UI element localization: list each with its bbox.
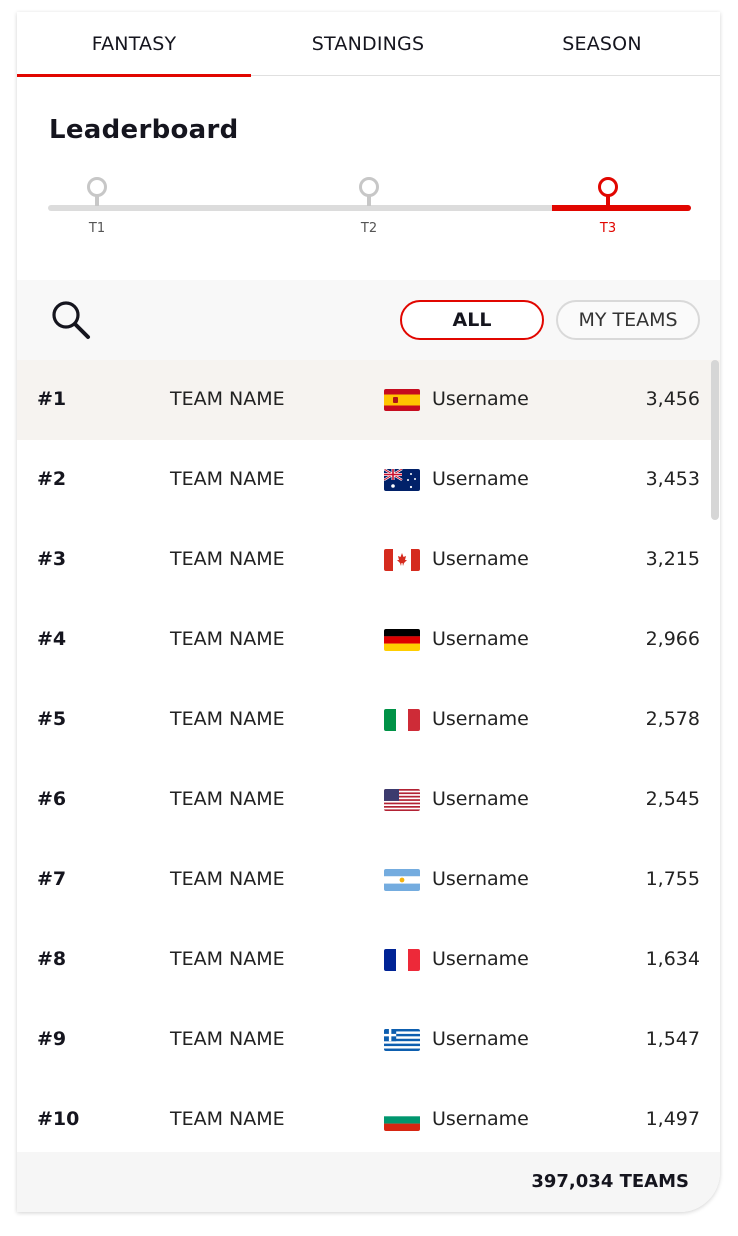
page-title: Leaderboard <box>49 115 239 145</box>
leaderboard-card: FANTASY STANDINGS SEASON Leaderboard T1 … <box>17 12 720 1212</box>
points: 2,966 <box>645 628 700 650</box>
table-row[interactable]: #9 TEAM NAME Username 1,547 <box>17 1000 720 1080</box>
points: 3,215 <box>645 548 700 570</box>
points: 3,456 <box>645 388 700 410</box>
filter-bar: ALL MY TEAMS <box>17 280 720 360</box>
rank: #3 <box>37 548 67 570</box>
team-name: TEAM NAME <box>170 548 285 570</box>
rank: #9 <box>37 1028 67 1050</box>
list-scrollbar[interactable] <box>711 360 719 520</box>
bulgaria-flag-icon <box>384 1109 420 1131</box>
australia-flag-icon <box>384 469 420 491</box>
team-name: TEAM NAME <box>170 388 285 410</box>
username[interactable]: Username <box>432 948 529 970</box>
list-footer: 397,034 TEAMS <box>17 1152 720 1212</box>
rank: #6 <box>37 788 67 810</box>
tab-bar: FANTASY STANDINGS SEASON <box>17 12 720 77</box>
search-icon[interactable] <box>49 298 93 342</box>
username[interactable]: Username <box>432 868 529 890</box>
argentina-flag-icon <box>384 869 420 891</box>
table-row[interactable]: #4 TEAM NAME Username 2,966 <box>17 600 720 680</box>
filter-my-teams-button[interactable]: MY TEAMS <box>556 300 700 340</box>
rank: #2 <box>37 468 67 490</box>
username[interactable]: Username <box>432 1108 529 1130</box>
france-flag-icon <box>384 949 420 971</box>
table-row[interactable]: #2 TEAM NAME Username 3,453 <box>17 440 720 520</box>
table-row[interactable]: #8 TEAM NAME Username 1,634 <box>17 920 720 1000</box>
pin-stem <box>95 195 99 206</box>
username[interactable]: Username <box>432 468 529 490</box>
pin-ring <box>598 177 618 197</box>
points: 1,634 <box>645 948 700 970</box>
stage-label-t1: T1 <box>88 221 106 236</box>
stage-pin-t2[interactable] <box>359 177 379 207</box>
pin-ring <box>359 177 379 197</box>
rank: #4 <box>37 628 67 650</box>
usa-flag-icon <box>384 789 420 811</box>
rank: #7 <box>37 868 67 890</box>
username[interactable]: Username <box>432 548 529 570</box>
stage-pin-t3[interactable] <box>598 177 618 207</box>
team-name: TEAM NAME <box>170 708 285 730</box>
table-row[interactable]: #5 TEAM NAME Username 2,578 <box>17 680 720 760</box>
rank: #8 <box>37 948 67 970</box>
tab-standings[interactable]: STANDINGS <box>251 12 485 76</box>
username[interactable]: Username <box>432 388 529 410</box>
spain-flag-icon <box>384 389 420 411</box>
points: 1,497 <box>645 1108 700 1130</box>
username[interactable]: Username <box>432 708 529 730</box>
points: 2,578 <box>645 708 700 730</box>
stage-pin-t1[interactable] <box>87 177 107 207</box>
team-name: TEAM NAME <box>170 468 285 490</box>
points: 1,755 <box>645 868 700 890</box>
germany-flag-icon <box>384 629 420 651</box>
stage-label-t3: T3 <box>599 221 617 236</box>
table-row[interactable]: #10 TEAM NAME Username 1,497 <box>17 1080 720 1152</box>
team-name: TEAM NAME <box>170 788 285 810</box>
stage-track-active <box>552 205 691 211</box>
team-name: TEAM NAME <box>170 868 285 890</box>
canada-flag-icon <box>384 549 420 571</box>
points: 1,547 <box>645 1028 700 1050</box>
rank: #5 <box>37 708 67 730</box>
rank: #1 <box>37 388 67 410</box>
points: 2,545 <box>645 788 700 810</box>
greece-flag-icon <box>384 1029 420 1051</box>
points: 3,453 <box>645 468 700 490</box>
tab-fantasy[interactable]: FANTASY <box>17 12 251 77</box>
team-name: TEAM NAME <box>170 948 285 970</box>
italy-flag-icon <box>384 709 420 731</box>
tab-season[interactable]: SEASON <box>485 12 719 76</box>
rank: #10 <box>37 1108 80 1130</box>
username[interactable]: Username <box>432 1028 529 1050</box>
filter-all-button[interactable]: ALL <box>400 300 544 340</box>
team-name: TEAM NAME <box>170 1108 285 1130</box>
team-name: TEAM NAME <box>170 1028 285 1050</box>
table-row[interactable]: #3 TEAM NAME Username 3,215 <box>17 520 720 600</box>
table-row[interactable]: #6 TEAM NAME Username 2,545 <box>17 760 720 840</box>
pin-stem <box>606 195 610 206</box>
pin-stem <box>367 195 371 206</box>
table-row[interactable]: #7 TEAM NAME Username 1,755 <box>17 840 720 920</box>
pin-ring <box>87 177 107 197</box>
team-name: TEAM NAME <box>170 628 285 650</box>
table-row[interactable]: #1 TEAM NAME Username 3,456 <box>17 360 720 440</box>
stage-label-t2: T2 <box>360 221 378 236</box>
username[interactable]: Username <box>432 628 529 650</box>
username[interactable]: Username <box>432 788 529 810</box>
total-teams-count: 397,034 TEAMS <box>531 1171 689 1192</box>
leaderboard-list: #1 TEAM NAME Username 3,456 #2 TEAM NAME… <box>17 360 720 1152</box>
